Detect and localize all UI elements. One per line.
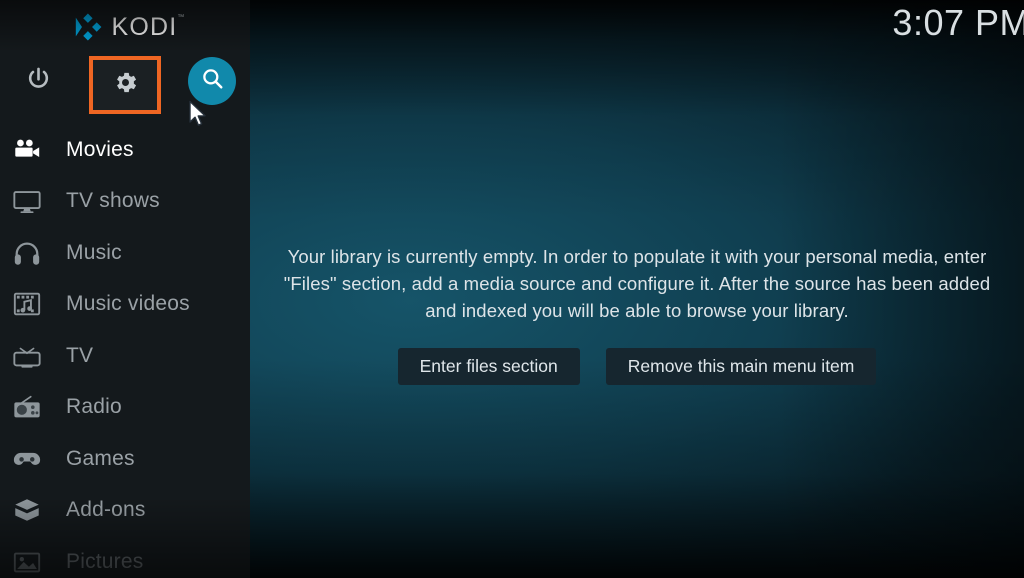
sidebar-menu: Movies TV shows Music Music videos TV Ra…	[0, 124, 250, 578]
empty-library-panel: Your library is currently empty. In orde…	[250, 243, 1024, 385]
search-button[interactable]	[188, 57, 236, 105]
kodi-diamond-logo-icon	[73, 12, 103, 42]
sidebar: KODI ™ Movies TV shows Music Music video…	[0, 0, 250, 578]
sidebar-item-label: Add-ons	[66, 498, 146, 522]
main-content: 3:07 PM Your library is currently empty.…	[250, 0, 1024, 578]
headphones-icon	[10, 236, 44, 270]
sidebar-item-pictures[interactable]: Pictures	[0, 536, 250, 578]
kodi-wordmark: KODI ™	[111, 12, 186, 41]
power-button[interactable]	[16, 59, 61, 104]
sidebar-item-label: TV shows	[66, 189, 160, 213]
sidebar-item-label: Movies	[66, 137, 134, 161]
retro-tv-icon	[10, 339, 44, 373]
trademark-mark: ™	[177, 13, 186, 21]
sidebar-item-tv-shows[interactable]: TV shows	[0, 176, 250, 228]
sidebar-item-music[interactable]: Music	[0, 227, 250, 279]
open-box-icon	[10, 493, 44, 527]
enter-files-section-button[interactable]: Enter files section	[397, 348, 580, 385]
gear-icon	[112, 69, 139, 101]
sidebar-item-music-videos[interactable]: Music videos	[0, 279, 250, 331]
clock: 3:07 PM	[892, 2, 1024, 43]
sidebar-item-label: TV	[66, 343, 94, 367]
empty-library-message: Your library is currently empty. In orde…	[283, 246, 991, 321]
sidebar-item-add-ons[interactable]: Add-ons	[0, 485, 250, 537]
sidebar-item-label: Radio	[66, 395, 122, 419]
kodi-home-screen: KODI ™ Movies TV shows Music Music video…	[0, 0, 1024, 578]
sidebar-item-tv[interactable]: TV	[0, 330, 250, 382]
radio-icon	[10, 390, 44, 424]
settings-button[interactable]	[89, 56, 161, 114]
remove-main-menu-item-button[interactable]: Remove this main menu item	[605, 348, 877, 385]
picture-icon	[10, 545, 44, 578]
sidebar-item-games[interactable]: Games	[0, 433, 250, 485]
sidebar-top-actions	[0, 52, 250, 114]
film-music-icon	[10, 287, 44, 321]
sidebar-item-label: Games	[66, 446, 135, 470]
power-icon	[25, 66, 52, 98]
empty-library-actions: Enter files section Remove this main men…	[250, 348, 1024, 385]
sidebar-item-label: Music	[66, 240, 122, 264]
sidebar-item-label: Pictures	[66, 549, 144, 573]
gamepad-icon	[10, 442, 44, 476]
movie-camera-icon	[10, 133, 44, 167]
search-icon	[200, 66, 225, 96]
sidebar-item-movies[interactable]: Movies	[0, 124, 250, 176]
sidebar-item-radio[interactable]: Radio	[0, 382, 250, 434]
kodi-logo: KODI ™	[0, 8, 250, 46]
sidebar-item-label: Music videos	[66, 292, 190, 316]
monitor-icon	[10, 184, 44, 218]
